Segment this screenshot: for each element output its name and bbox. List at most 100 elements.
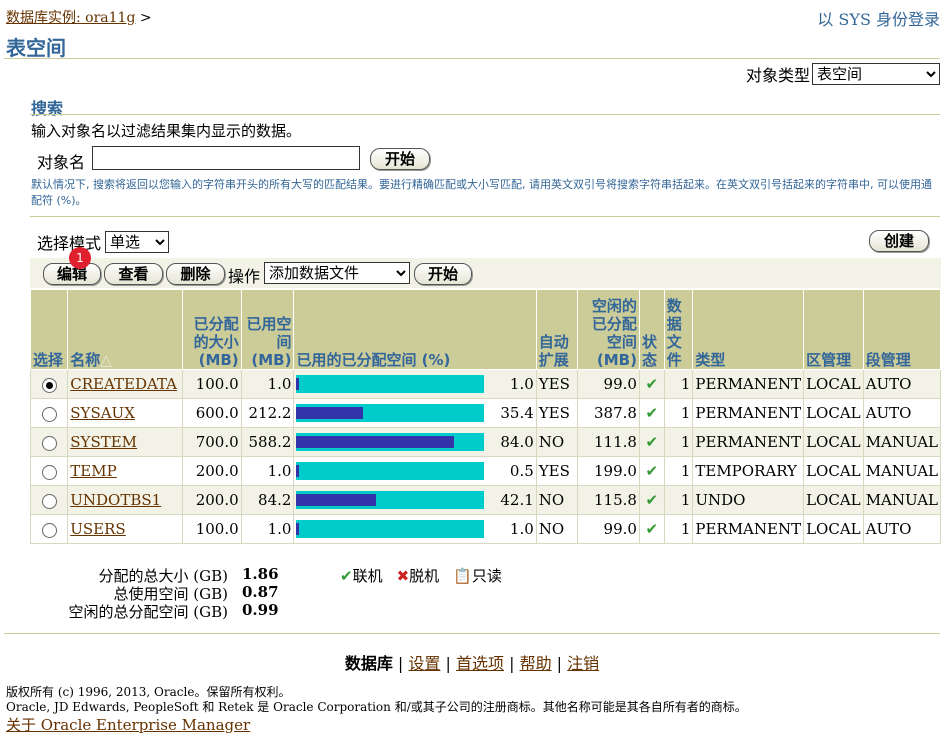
object-name-label: 对象名 (37, 153, 86, 172)
row-select-cell[interactable] (29, 369, 69, 399)
hint-divider (30, 216, 940, 217)
table-row[interactable]: TEMP 200.0 1.0 0.5 YES 199.0 ✔ 1 TEMPORARY LOCAL M… (29, 456, 942, 486)
footer-help-link[interactable]: 帮助 (520, 654, 552, 673)
datafiles-cell: 1 (663, 369, 694, 399)
row-select-cell[interactable] (29, 398, 69, 428)
name-cell[interactable]: UNDOTBS1 (67, 485, 184, 515)
datafiles-cell: 1 (663, 514, 694, 544)
tablespace-name-link[interactable]: CREATEDATA (70, 375, 177, 393)
about-link[interactable]: 关于 Oracle Enterprise Manager (6, 714, 250, 735)
autoextend-cell: NO (535, 514, 578, 544)
row-radio[interactable] (41, 522, 57, 538)
row-radio[interactable] (41, 493, 57, 509)
footer-prefs-link[interactable]: 首选项 (456, 654, 504, 673)
legend-online: ✔联机 (340, 565, 383, 586)
used-pct-value: 1.0 (509, 520, 534, 538)
table-row[interactable]: CREATEDATA 100.0 1.0 1.0 YES 99.0 ✔ 1 PERMANENT L… (29, 369, 942, 399)
tablespace-table: 选择 名称△ 已分配的大小(MB) 已用空间(MB) 已用的已分配空间 (%) … (29, 289, 942, 544)
used-cell: 588.2 (240, 427, 295, 457)
free-cell: 99.0 (576, 369, 640, 399)
clipboard-icon: 📋 (453, 567, 472, 585)
used-pct-cell: 1.0 (293, 369, 537, 399)
operation-go-button[interactable]: 开始 (414, 263, 472, 285)
footer-logout-link[interactable]: 注销 (567, 654, 599, 673)
delete-button[interactable]: 删除 (166, 263, 225, 285)
usage-bar-fill (296, 407, 363, 419)
table-row[interactable]: USERS 100.0 1.0 1.0 NO 99.0 ✔ 1 PERMANENT LOCAL AU… (29, 514, 942, 544)
name-cell[interactable]: SYSTEM (67, 427, 184, 457)
col-status: 状态 (638, 289, 665, 370)
row-select-cell[interactable] (29, 485, 69, 515)
selection-mode-select[interactable]: 单选 (105, 231, 170, 253)
col-type: 类型 (692, 289, 805, 370)
used-pct-value: 1.0 (509, 375, 534, 393)
row-select-cell[interactable] (29, 427, 69, 457)
type-cell: PERMANENT (692, 427, 805, 457)
usage-bar (296, 375, 485, 393)
alloc-size-cell: 600.0 (182, 398, 242, 428)
object-type-label: 对象类型 (745, 66, 810, 85)
operation-select[interactable]: 添加数据文件 (264, 262, 410, 284)
used-pct-value: 0.5 (509, 462, 534, 480)
used-pct-cell: 84.0 (293, 427, 537, 457)
segment-mgmt-cell: AUTO (862, 369, 942, 399)
autoextend-cell: YES (535, 456, 578, 486)
total-used-value: 0.87 (242, 583, 279, 601)
used-pct-value: 35.4 (500, 404, 534, 422)
breadcrumb-db-instance-link[interactable]: 数据库实例: ora11g (6, 10, 135, 26)
tablespace-name-link[interactable]: UNDOTBS1 (70, 491, 161, 509)
footer-database-link[interactable]: 数据库 (345, 654, 393, 673)
footer-settings-link[interactable]: 设置 (408, 654, 440, 673)
object-name-input[interactable] (92, 146, 360, 170)
usage-bar (296, 404, 485, 422)
free-cell: 111.8 (576, 427, 640, 457)
search-hint: 默认情况下, 搜索将返回以您输入的字符串开头的所有大写的匹配结果。要进行精确匹配… (31, 178, 932, 207)
name-cell[interactable]: CREATEDATA (67, 369, 184, 399)
selection-mode-group: 选择模式 单选 (37, 230, 170, 254)
tablespace-name-link[interactable]: USERS (70, 520, 125, 538)
online-check-icon: ✔ (645, 520, 659, 538)
name-cell[interactable]: SYSAUX (67, 398, 184, 428)
row-radio[interactable] (41, 377, 57, 393)
legend-offline: ✖脱机 (397, 565, 440, 586)
table-row[interactable]: UNDOTBS1 200.0 84.2 42.1 NO 115.8 ✔ 1 UNDO LOCAL M… (29, 485, 942, 515)
search-go-button[interactable]: 开始 (370, 148, 430, 170)
col-name[interactable]: 名称△ (67, 289, 184, 370)
online-check-icon: ✔ (645, 462, 659, 480)
row-radio[interactable] (41, 406, 57, 422)
name-cell[interactable]: TEMP (67, 456, 184, 486)
segment-mgmt-cell: AUTO (862, 398, 942, 428)
datafiles-cell: 1 (663, 456, 694, 486)
view-button[interactable]: 查看 (104, 263, 163, 285)
usage-bar-fill (296, 378, 300, 390)
sort-ascending-icon: △ (100, 351, 112, 369)
tablespace-name-link[interactable]: TEMP (70, 462, 116, 480)
cross-icon: ✖ (396, 567, 410, 585)
table-row[interactable]: SYSTEM 700.0 588.2 84.0 NO 111.8 ✔ 1 PERMANENT LO… (29, 427, 942, 457)
search-description: 输入对象名以过滤结果集内显示的数据。 (31, 122, 302, 140)
tablespace-name-link[interactable]: SYSTEM (70, 433, 137, 451)
used-cell: 1.0 (240, 456, 295, 486)
col-name-label[interactable]: 名称 (70, 351, 100, 369)
row-radio[interactable] (41, 464, 57, 480)
object-type-select[interactable]: 表空间 (812, 63, 940, 85)
table-row[interactable]: SYSAUX 600.0 212.2 35.4 YES 387.8 ✔ 1 PERMANENT L… (29, 398, 942, 428)
create-button[interactable]: 创建 (869, 230, 929, 252)
footer-nav: 数据库 | 设置 | 首选项 | 帮助 | 注销 (344, 654, 600, 673)
login-link[interactable]: 以 SYS 身份登录 (817, 6, 940, 30)
check-icon: ✔ (340, 567, 353, 585)
total-free-label: 空闲的总分配空间 (GB) (68, 603, 228, 621)
selection-mode-label: 选择模式 (37, 234, 102, 253)
legend-online-label: 联机 (352, 567, 383, 585)
name-cell[interactable]: USERS (67, 514, 184, 544)
legend-readonly-label: 只读 (471, 567, 502, 585)
col-alloc-size: 已分配的大小(MB) (182, 289, 242, 370)
online-check-icon: ✔ (645, 404, 659, 422)
row-radio[interactable] (41, 435, 57, 451)
tablespace-name-link[interactable]: SYSAUX (70, 404, 135, 422)
row-select-cell[interactable] (29, 456, 69, 486)
login-text[interactable]: 以 SYS 身份登录 (817, 10, 940, 29)
row-select-cell[interactable] (29, 514, 69, 544)
step-badge: 1 (69, 247, 91, 269)
col-select: 选择 (29, 289, 69, 370)
